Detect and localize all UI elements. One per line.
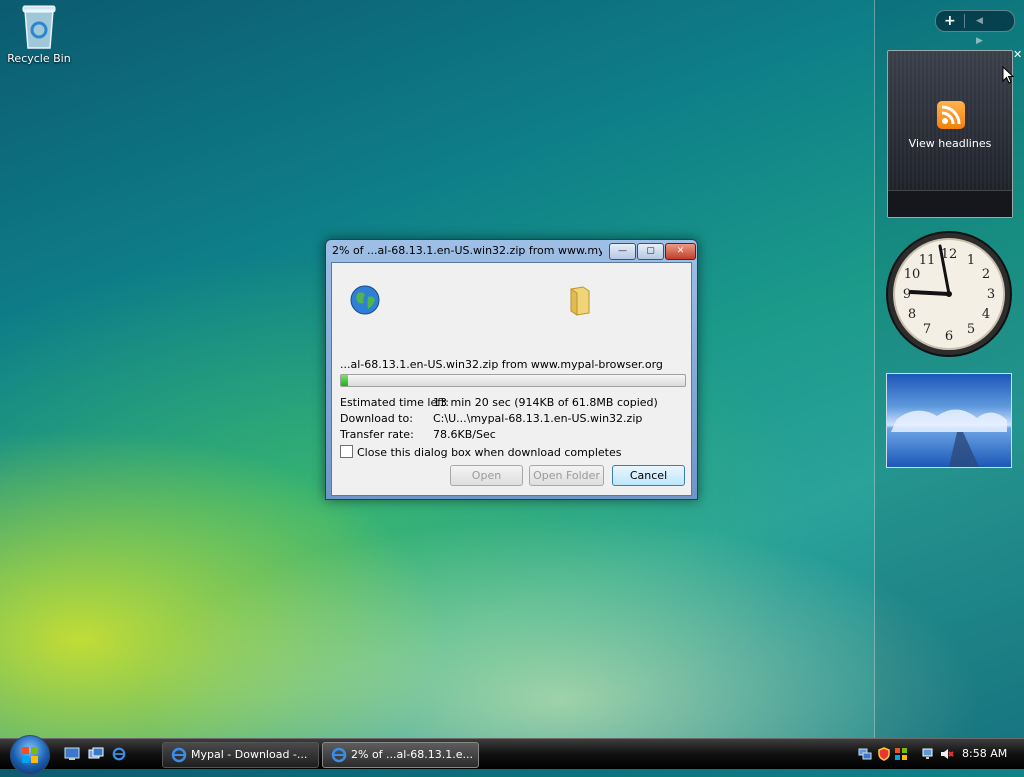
dialog-client-area: ...al-68.13.1.en-US.win32.zip from www.m… xyxy=(331,262,692,496)
security-shield-icon[interactable] xyxy=(877,747,891,761)
recycle-bin-icon xyxy=(22,5,56,49)
system-clock[interactable]: 8:58 AM xyxy=(962,739,1007,769)
transfer-rate-value: 78.6KB/Sec xyxy=(433,428,496,441)
feed-headlines-gadget[interactable]: View headlines xyxy=(887,50,1013,218)
time-left-row: Estimated time left: 13 min 20 sec (914K… xyxy=(340,396,658,409)
download-dialog: 2% of ...al-68.13.1.en-US.win32.zip from… xyxy=(325,239,698,500)
svg-text:5: 5 xyxy=(967,322,975,337)
svg-text:1: 1 xyxy=(967,253,975,268)
svg-text:10: 10 xyxy=(904,267,921,282)
close-when-done-option[interactable]: Close this dialog box when download comp… xyxy=(340,445,621,459)
transfer-rate-label: Transfer rate: xyxy=(340,428,414,441)
dialog-title[interactable]: 2% of ...al-68.13.1.en-US.win32.zip from… xyxy=(332,244,602,257)
sidebar-controls-divider xyxy=(964,14,965,28)
close-button[interactable]: ✕ xyxy=(665,243,696,260)
windows-update-icon[interactable] xyxy=(894,747,908,761)
svg-text:11: 11 xyxy=(919,253,936,268)
volume-muted-icon[interactable] xyxy=(940,747,954,761)
rss-icon xyxy=(937,101,965,129)
download-file-name: ...al-68.13.1.en-US.win32.zip from www.m… xyxy=(340,358,663,371)
sidebar-controls: + ◀ ▶ xyxy=(935,10,1015,46)
folder-icon xyxy=(570,286,590,316)
internet-explorer-icon[interactable] xyxy=(111,747,127,761)
download-to-value: C:\U...\mypal-68.13.1.en-US.win32.zip xyxy=(433,412,643,425)
svg-text:2: 2 xyxy=(982,267,990,282)
windows-logo-icon xyxy=(22,747,38,763)
close-when-done-label[interactable]: Close this dialog box when download comp… xyxy=(357,446,621,459)
gadget-nav-arrows[interactable]: ◀ ▶ xyxy=(976,11,1014,51)
svg-text:9: 9 xyxy=(903,287,911,302)
view-headlines-label[interactable]: View headlines xyxy=(888,137,1012,150)
start-button[interactable] xyxy=(10,735,50,775)
network-tray-icon[interactable] xyxy=(858,747,872,761)
recycle-bin-label: Recycle Bin xyxy=(7,52,71,65)
progress-fill xyxy=(341,375,348,386)
svg-text:8: 8 xyxy=(908,307,916,322)
globe-icon xyxy=(350,285,380,315)
svg-text:7: 7 xyxy=(923,322,931,337)
close-when-done-checkbox[interactable] xyxy=(340,445,353,458)
show-desktop-icon[interactable] xyxy=(64,747,80,761)
feed-gadget-footer xyxy=(888,190,1012,217)
taskbar-item-mypal-download[interactable]: Mypal - Download -... xyxy=(162,742,319,768)
ie-icon xyxy=(331,747,347,763)
svg-text:3: 3 xyxy=(987,287,995,302)
switch-windows-icon[interactable] xyxy=(88,747,104,761)
svg-text:6: 6 xyxy=(945,329,953,344)
slideshow-image xyxy=(891,409,1007,467)
cancel-button[interactable]: Cancel xyxy=(612,465,685,486)
mouse-cursor-icon xyxy=(1002,66,1014,84)
download-progress-bar xyxy=(340,374,686,387)
download-to-label: Download to: xyxy=(340,412,413,425)
ie-icon xyxy=(171,747,187,763)
recycle-bin[interactable]: Recycle Bin xyxy=(4,2,74,65)
svg-text:4: 4 xyxy=(982,307,990,322)
time-left-value: 13 min 20 sec (914KB of 61.8MB copied) xyxy=(433,396,658,409)
maximize-button[interactable]: ▢ xyxy=(637,243,664,260)
open-button[interactable]: Open xyxy=(450,465,523,486)
open-folder-button[interactable]: Open Folder xyxy=(529,465,604,486)
gadget-close-icon[interactable]: ✕ xyxy=(1013,48,1022,61)
taskbar-item-label: 2% of ...al-68.13.1.e... xyxy=(351,748,474,761)
taskbar-item-label: Mypal - Download -... xyxy=(191,748,308,761)
network-connection-icon[interactable] xyxy=(922,747,936,761)
slideshow-gadget[interactable] xyxy=(886,373,1012,468)
download-to-row: Download to: C:\U...\mypal-68.13.1.en-US… xyxy=(340,412,642,425)
minimize-button[interactable]: — xyxy=(609,243,636,260)
add-gadget-button[interactable]: + xyxy=(944,11,956,31)
clock-gadget[interactable]: 12 12 345 678 91011 xyxy=(885,230,1013,358)
taskbar: Mypal - Download -... 2% of ...al-68.13.… xyxy=(0,735,1024,775)
taskbar-item-download-progress[interactable]: 2% of ...al-68.13.1.e... xyxy=(322,742,479,768)
transfer-rate-row: Transfer rate: 78.6KB/Sec xyxy=(340,428,496,441)
